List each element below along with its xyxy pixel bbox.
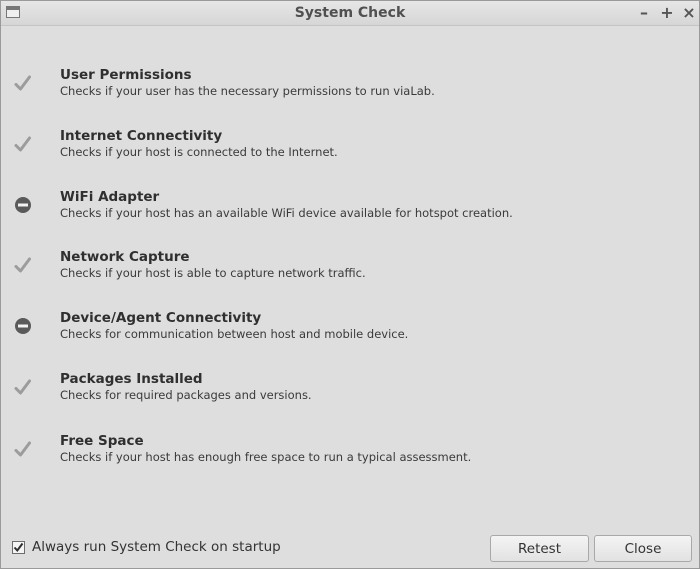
minus-circle-icon (13, 316, 33, 336)
check-description: Checks for required packages and version… (60, 388, 312, 402)
startup-checkbox[interactable] (12, 541, 25, 554)
check-item-user-permissions: User Permissions Checks if your user has… (1, 67, 699, 107)
check-description: Checks if your host is connected to the … (60, 145, 338, 159)
maximize-button[interactable]: + (658, 3, 676, 23)
check-icon (13, 377, 33, 397)
check-icon (13, 255, 33, 275)
close-window-button[interactable]: × (680, 3, 698, 23)
minimize-button[interactable]: – (635, 3, 653, 23)
check-item-network-capture: Network Capture Checks if your host is a… (1, 249, 699, 289)
check-title: Packages Installed (60, 371, 203, 387)
check-item-device-agent-connectivity: Device/Agent Connectivity Checks for com… (1, 310, 699, 350)
check-icon (13, 134, 33, 154)
check-item-free-space: Free Space Checks if your host has enoug… (1, 433, 699, 473)
check-icon (13, 439, 33, 459)
check-title: Free Space (60, 433, 144, 449)
check-title: Network Capture (60, 249, 190, 265)
close-button[interactable]: Close (594, 535, 692, 562)
window-title: System Check (294, 5, 406, 21)
check-description: Checks if your host has an available WiF… (60, 206, 513, 220)
startup-checkbox-label[interactable]: Always run System Check on startup (32, 539, 281, 555)
system-check-window: System Check – + × User Permissions Chec… (0, 0, 700, 569)
check-description: Checks if your user has the necessary pe… (60, 84, 435, 98)
check-title: WiFi Adapter (60, 189, 160, 205)
check-item-packages-installed: Packages Installed Checks for required p… (1, 371, 699, 411)
check-title: User Permissions (60, 67, 192, 83)
minus-circle-icon (13, 195, 33, 215)
check-description: Checks if your host is able to capture n… (60, 266, 366, 280)
check-icon (13, 73, 33, 93)
check-title: Device/Agent Connectivity (60, 310, 262, 326)
retest-button[interactable]: Retest (490, 535, 589, 562)
check-description: Checks if your host has enough free spac… (60, 450, 472, 464)
title-bar: System Check – + × (1, 1, 699, 26)
check-item-wifi-adapter: WiFi Adapter Checks if your host has an … (1, 189, 699, 229)
check-description: Checks for communication between host an… (60, 327, 409, 341)
check-title: Internet Connectivity (60, 128, 223, 144)
check-item-internet-connectivity: Internet Connectivity Checks if your hos… (1, 128, 699, 168)
